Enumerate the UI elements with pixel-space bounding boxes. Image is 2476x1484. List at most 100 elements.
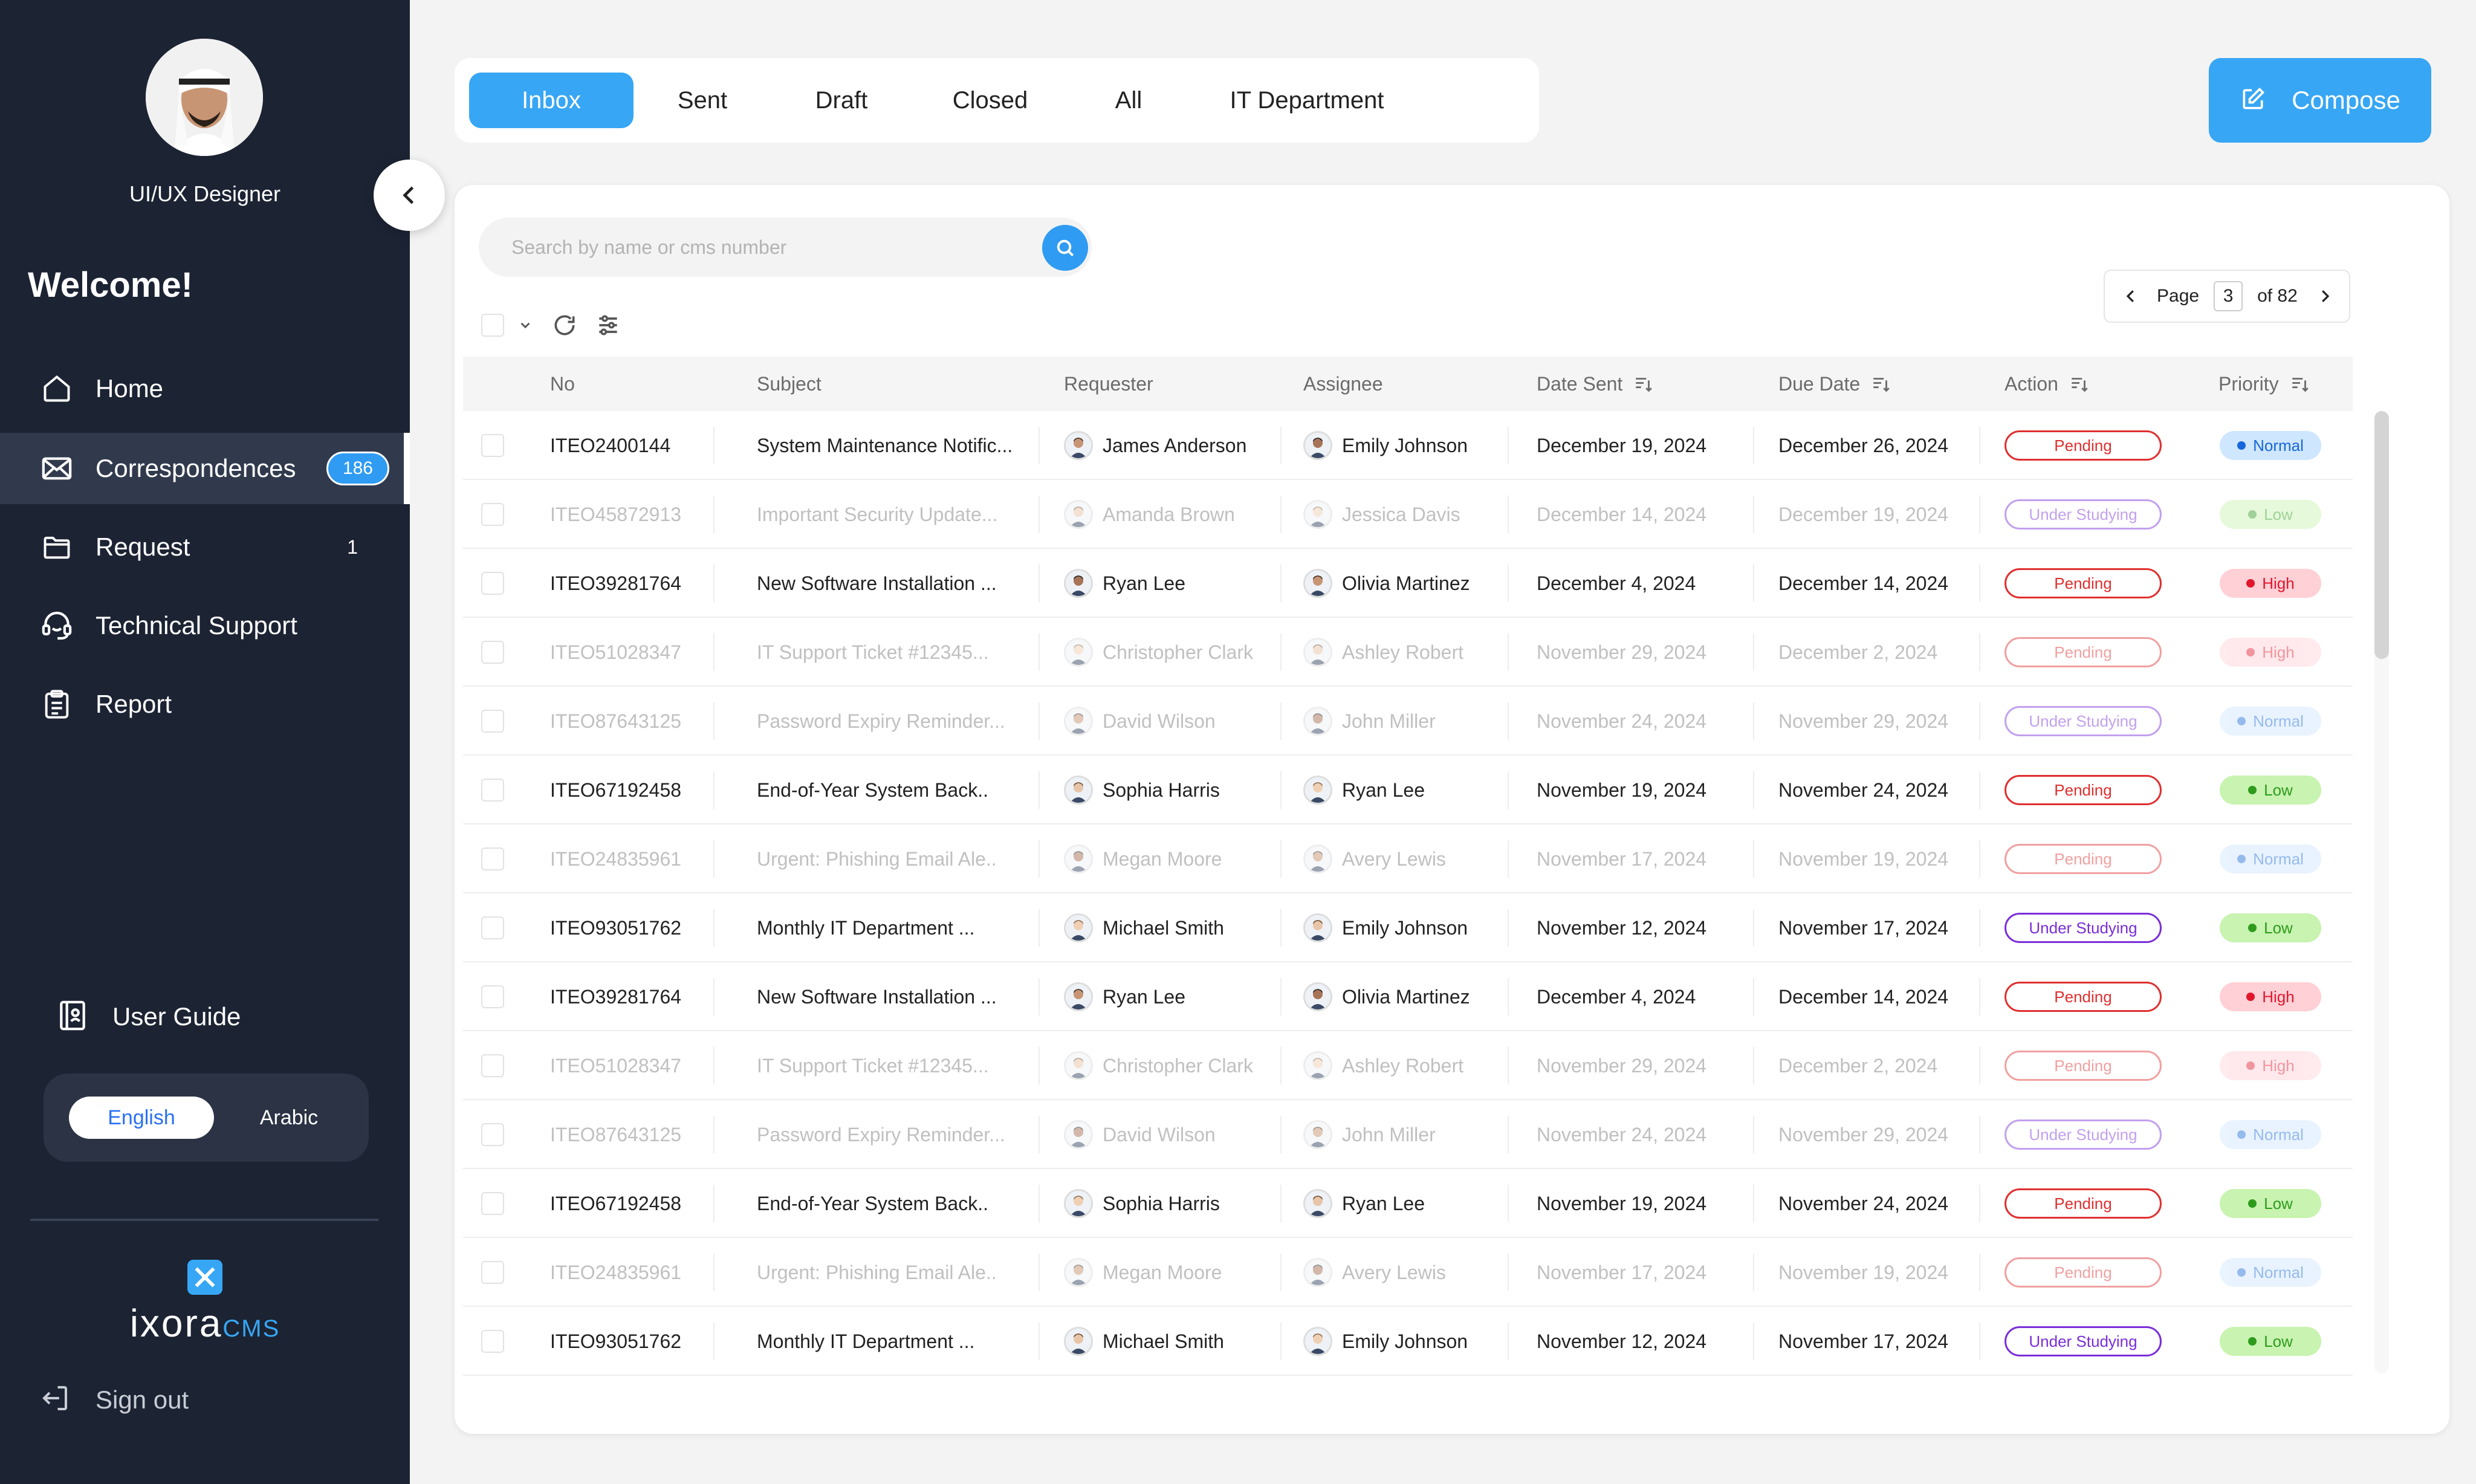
row-checkbox[interactable] — [481, 916, 504, 939]
page-number-input[interactable]: 3 — [2214, 281, 2243, 311]
nav-item-correspondences[interactable]: Correspondences 186 — [0, 433, 410, 504]
status-badge[interactable]: Pending — [2004, 568, 2162, 598]
table-row[interactable]: ITEO87643125 Password Expiry Reminder... D… — [463, 687, 2353, 756]
status-badge[interactable]: Pending — [2004, 430, 2162, 461]
table-row[interactable]: ITEO39281764 New Software Installation ..… — [463, 962, 2353, 1031]
user-avatar[interactable] — [146, 39, 263, 156]
row-date-sent: December 4, 2024 — [1537, 572, 1696, 594]
prev-page-icon[interactable] — [2122, 287, 2140, 305]
row-number: ITEO2400144 — [550, 434, 671, 456]
status-badge[interactable]: Under Studying — [2004, 499, 2162, 530]
row-checkbox[interactable] — [481, 434, 504, 457]
cell-divider — [1280, 565, 1282, 602]
requester-name: James Anderson — [1103, 434, 1247, 456]
row-subject[interactable]: New Software Installation ... — [757, 549, 997, 618]
nav-item-request[interactable]: Request 1 — [0, 511, 410, 583]
cell-divider — [1753, 771, 1754, 809]
chevron-down-icon[interactable] — [517, 317, 533, 333]
table-row[interactable]: ITEO67192458 End-of-Year System Back.. Sop… — [463, 756, 2353, 825]
column-due-date[interactable]: Due Date — [1778, 357, 1891, 411]
table-row[interactable]: ITEO39281764 New Software Installation ..… — [463, 549, 2353, 618]
refresh-icon[interactable] — [551, 312, 578, 339]
status-badge[interactable]: Pending — [2004, 1257, 2162, 1288]
status-badge[interactable]: Pending — [2004, 775, 2162, 805]
table-row[interactable]: ITEO24835961 Urgent: Phishing Email Ale..… — [463, 1238, 2353, 1307]
sign-out-button[interactable]: Sign out — [39, 1382, 189, 1418]
table-row[interactable]: ITEO67192458 End-of-Year System Back.. Sop… — [463, 1169, 2353, 1238]
row-checkbox[interactable] — [481, 503, 504, 526]
status-badge[interactable]: Under Studying — [2004, 1326, 2162, 1356]
row-subject[interactable]: Important Security Update... — [757, 480, 997, 549]
row-subject[interactable]: Monthly IT Department ... — [757, 1307, 974, 1376]
priority-label: Normal — [2253, 711, 2304, 730]
row-checkbox[interactable] — [481, 641, 504, 664]
user-guide-link[interactable]: User Guide — [56, 999, 241, 1035]
tab-inbox[interactable]: Inbox — [469, 73, 634, 128]
row-subject[interactable]: Monthly IT Department ... — [757, 893, 974, 962]
column-date-sent[interactable]: Date Sent — [1537, 357, 1654, 411]
nav-item-report[interactable]: Report — [0, 669, 410, 740]
next-page-icon[interactable] — [2316, 287, 2334, 305]
column-action[interactable]: Action — [2004, 357, 2090, 411]
row-checkbox[interactable] — [481, 1192, 504, 1215]
status-badge[interactable]: Under Studying — [2004, 1119, 2162, 1150]
row-subject[interactable]: Password Expiry Reminder... — [757, 1100, 1005, 1169]
row-date-sent: November 19, 2024 — [1537, 1192, 1707, 1214]
cell-divider — [1508, 633, 1509, 671]
row-subject[interactable]: Urgent: Phishing Email Ale.. — [757, 1238, 997, 1307]
tab-all[interactable]: All — [1077, 73, 1180, 128]
table-row[interactable]: ITEO93051762 Monthly IT Department ... Mic… — [463, 893, 2353, 962]
row-checkbox[interactable] — [481, 1261, 504, 1284]
search-button[interactable] — [1042, 225, 1088, 271]
language-arabic[interactable]: Arabic — [216, 1097, 361, 1139]
tab-sent[interactable]: Sent — [636, 73, 769, 128]
column-priority[interactable]: Priority — [2218, 357, 2310, 411]
row-checkbox[interactable] — [481, 847, 504, 870]
status-badge[interactable]: Pending — [2004, 982, 2162, 1012]
row-subject[interactable]: Urgent: Phishing Email Ale.. — [757, 825, 997, 893]
cell-divider — [1039, 909, 1040, 947]
row-checkbox[interactable] — [481, 572, 504, 595]
nav-item-home[interactable]: Home — [0, 353, 410, 424]
tab-closed[interactable]: Closed — [915, 73, 1065, 128]
priority-label: High — [2262, 1056, 2295, 1075]
row-subject[interactable]: System Maintenance Notific... — [757, 411, 1013, 480]
table-row[interactable]: ITEO51028347 IT Support Ticket #12345... C… — [463, 1031, 2353, 1100]
table-row[interactable]: ITEO51028347 IT Support Ticket #12345... C… — [463, 618, 2353, 687]
row-checkbox[interactable] — [481, 1123, 504, 1146]
row-subject[interactable]: IT Support Ticket #12345... — [757, 618, 989, 687]
table-row[interactable]: ITEO2400144 System Maintenance Notific...… — [463, 411, 2353, 480]
tab-it-department[interactable]: IT Department — [1180, 73, 1434, 128]
status-badge[interactable]: Pending — [2004, 1188, 2162, 1219]
row-checkbox[interactable] — [481, 985, 504, 1008]
tab-draft[interactable]: Draft — [775, 73, 908, 128]
row-checkbox[interactable] — [481, 1054, 504, 1077]
search-input[interactable] — [511, 218, 1007, 277]
language-english[interactable]: English — [69, 1097, 214, 1139]
status-badge[interactable]: Under Studying — [2004, 913, 2162, 943]
table-scrollbar-thumb[interactable] — [2374, 411, 2389, 659]
row-subject[interactable]: New Software Installation ... — [757, 962, 997, 1031]
table-row[interactable]: ITEO24835961 Urgent: Phishing Email Ale..… — [463, 825, 2353, 893]
clipboard-icon — [39, 686, 75, 722]
status-badge[interactable]: Pending — [2004, 844, 2162, 874]
row-subject[interactable]: End-of-Year System Back.. — [757, 1169, 988, 1238]
row-checkbox[interactable] — [481, 779, 504, 802]
row-subject[interactable]: End-of-Year System Back.. — [757, 756, 988, 825]
status-badge[interactable]: Under Studying — [2004, 706, 2162, 736]
status-badge[interactable]: Pending — [2004, 1051, 2162, 1081]
compose-button[interactable]: Compose — [2209, 58, 2431, 143]
row-checkbox[interactable] — [481, 1330, 504, 1353]
row-subject[interactable]: Password Expiry Reminder... — [757, 687, 1005, 756]
row-checkbox[interactable] — [481, 710, 504, 733]
collapse-sidebar-button[interactable] — [374, 160, 445, 231]
status-badge[interactable]: Pending — [2004, 637, 2162, 667]
nav-item-technical-support[interactable]: Technical Support — [0, 590, 410, 661]
select-all-checkbox[interactable] — [481, 314, 504, 337]
row-subject[interactable]: IT Support Ticket #12345... — [757, 1031, 989, 1100]
column-due-date-label: Due Date — [1778, 372, 1861, 395]
table-row[interactable]: ITEO93051762 Monthly IT Department ... Mic… — [463, 1307, 2353, 1376]
table-row[interactable]: ITEO45872913 Important Security Update...… — [463, 480, 2353, 549]
filter-sliders-icon[interactable] — [595, 312, 621, 339]
table-row[interactable]: ITEO87643125 Password Expiry Reminder... D… — [463, 1100, 2353, 1169]
